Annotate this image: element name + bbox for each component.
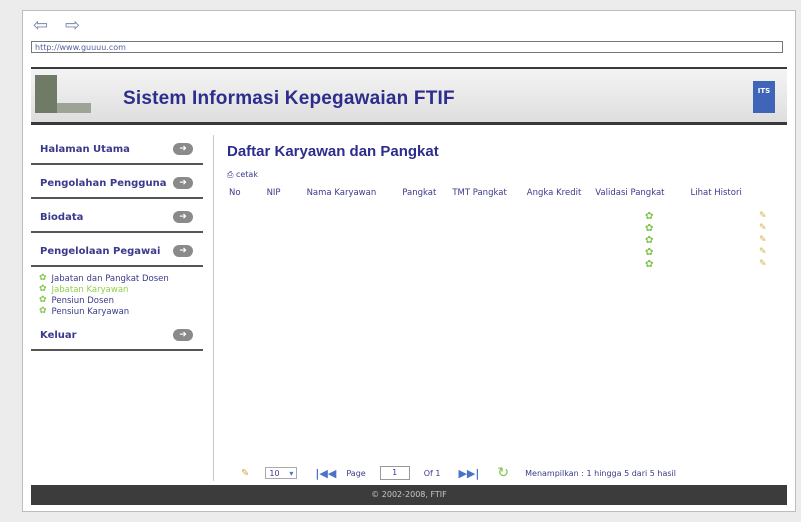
- sidebar-item-label: Pengolahan Pengguna: [40, 177, 167, 189]
- arrow-right-icon: ➜: [173, 211, 193, 223]
- submenu: ✿ Jabatan dan Pangkat Dosen ✿ Jabatan Ka…: [31, 271, 203, 323]
- column-header[interactable]: Angka Kredit: [527, 188, 581, 198]
- column-header[interactable]: Nama Karyawan: [307, 188, 377, 198]
- sidebar-item-biodata[interactable]: Biodata ➜: [31, 203, 203, 233]
- sidebar-item-halaman-utama[interactable]: Halaman Utama ➜: [31, 135, 203, 165]
- sidebar-item-pengolahan-pengguna[interactable]: Pengolahan Pengguna ➜: [31, 169, 203, 199]
- table-row: ✿ ✎: [221, 247, 787, 259]
- history-icon[interactable]: ✎: [759, 247, 767, 257]
- table-row: ✿ ✎: [221, 235, 787, 247]
- page-size-select[interactable]: 10 ▾: [265, 467, 298, 479]
- table-row: ✿ ✎: [221, 259, 787, 271]
- browser-frame: ⇦ ⇨ http://www.guuuu.com Sistem Informas…: [22, 10, 796, 512]
- arrow-right-icon: ➜: [173, 245, 193, 257]
- star-icon: ✿: [39, 306, 47, 316]
- page-label: Page: [346, 468, 366, 478]
- sidebar-item-pengelolaan-pegawai[interactable]: Pengelolaan Pegawai ➜: [31, 237, 203, 267]
- history-icon[interactable]: ✎: [759, 223, 767, 233]
- column-header[interactable]: NIP: [267, 188, 281, 198]
- submenu-item-jabatan-dosen[interactable]: ✿ Jabatan dan Pangkat Dosen: [39, 273, 203, 284]
- submenu-item-label: Pensiun Dosen: [51, 295, 115, 306]
- validate-icon[interactable]: ✿: [645, 211, 653, 222]
- submenu-item-label: Pensiun Karyawan: [51, 306, 130, 317]
- sidebar-item-label: Biodata: [40, 211, 84, 223]
- history-icon[interactable]: ✎: [759, 211, 767, 221]
- browser-nav: ⇦ ⇨: [33, 17, 87, 35]
- print-label: cetak: [235, 170, 258, 179]
- its-logo: ITS: [753, 81, 775, 113]
- print-link[interactable]: ⎙ cetak: [227, 170, 787, 180]
- page-title: Daftar Karyawan dan Pangkat: [227, 143, 439, 160]
- table-row: ✿ ✎: [221, 223, 787, 235]
- star-icon: ✿: [39, 284, 47, 294]
- arrow-right-icon: ➜: [173, 177, 193, 189]
- forward-arrow-icon[interactable]: ⇨: [65, 17, 87, 35]
- app-header: Sistem Informasi Kepegawaian FTIF ITS: [31, 67, 787, 125]
- submenu-item-label: Jabatan Karyawan: [51, 284, 129, 295]
- sidebar-item-label: Keluar: [40, 329, 77, 341]
- table-row: ✿ ✎: [221, 211, 787, 223]
- validate-icon[interactable]: ✿: [645, 235, 653, 246]
- first-page-icon[interactable]: |◀◀: [315, 467, 336, 480]
- validate-icon[interactable]: ✿: [645, 223, 653, 234]
- submenu-item-pensiun-karyawan[interactable]: ✿ Pensiun Karyawan: [39, 306, 203, 317]
- submenu-item-pensiun-dosen[interactable]: ✿ Pensiun Dosen: [39, 295, 203, 306]
- table-body: ✿ ✎ ✿ ✎ ✿ ✎ ✿ ✎ ✿ ✎: [221, 211, 787, 271]
- page-size-value: 10: [269, 468, 280, 478]
- history-icon[interactable]: ✎: [759, 235, 767, 245]
- column-header[interactable]: TMT Pangkat: [452, 188, 506, 198]
- column-header[interactable]: Validasi Pangkat: [595, 188, 664, 198]
- star-icon: ✿: [39, 295, 47, 305]
- edit-icon[interactable]: ✎: [241, 468, 249, 479]
- validate-icon[interactable]: ✿: [645, 247, 653, 258]
- history-icon[interactable]: ✎: [759, 259, 767, 269]
- app-title: Sistem Informasi Kepegawaian FTIF: [123, 88, 455, 109]
- table-header: No NIP Nama Karyawan Pangkat TMT Pangkat…: [221, 188, 787, 198]
- sidebar-divider: [213, 135, 214, 481]
- address-bar[interactable]: http://www.guuuu.com: [31, 41, 783, 53]
- arrow-right-icon: ➜: [173, 143, 193, 155]
- submenu-item-jabatan-karyawan[interactable]: ✿ Jabatan Karyawan: [39, 284, 203, 295]
- logo-icon: [35, 75, 91, 113]
- back-arrow-icon[interactable]: ⇦: [33, 17, 55, 35]
- footer: © 2002-2008, FTIF: [31, 485, 787, 505]
- sidebar-item-keluar[interactable]: Keluar ➜: [31, 321, 203, 351]
- chevron-down-icon: ▾: [289, 468, 294, 478]
- column-header[interactable]: Pangkat: [402, 188, 436, 198]
- page-input[interactable]: 1: [379, 466, 410, 480]
- pagination-status: Menampilkan : 1 hingga 5 dari 5 hasil: [525, 468, 676, 478]
- page-count: Of 1: [423, 468, 441, 478]
- sidebar: Halaman Utama ➜ Pengolahan Pengguna ➜ Bi…: [31, 135, 203, 481]
- main-content: Daftar Karyawan dan Pangkat ⎙ cetak No N…: [221, 141, 787, 481]
- column-header[interactable]: No: [229, 188, 241, 198]
- submenu-item-label: Jabatan dan Pangkat Dosen: [51, 273, 169, 284]
- star-icon: ✿: [39, 273, 47, 283]
- sidebar-item-label: Halaman Utama: [40, 143, 130, 155]
- refresh-icon[interactable]: ↻: [497, 465, 509, 481]
- arrow-right-icon: ➜: [173, 329, 193, 341]
- last-page-icon[interactable]: ▶▶|: [458, 467, 479, 480]
- pagination-bar: ✎ 10 ▾ |◀◀ Page 1 Of 1 ▶▶| ↻ Menampilkan…: [241, 465, 787, 481]
- validate-icon[interactable]: ✿: [645, 259, 653, 270]
- column-header[interactable]: Lihat Histori: [691, 188, 742, 198]
- print-icon: ⎙: [227, 170, 234, 179]
- sidebar-item-label: Pengelolaan Pegawai: [40, 245, 161, 257]
